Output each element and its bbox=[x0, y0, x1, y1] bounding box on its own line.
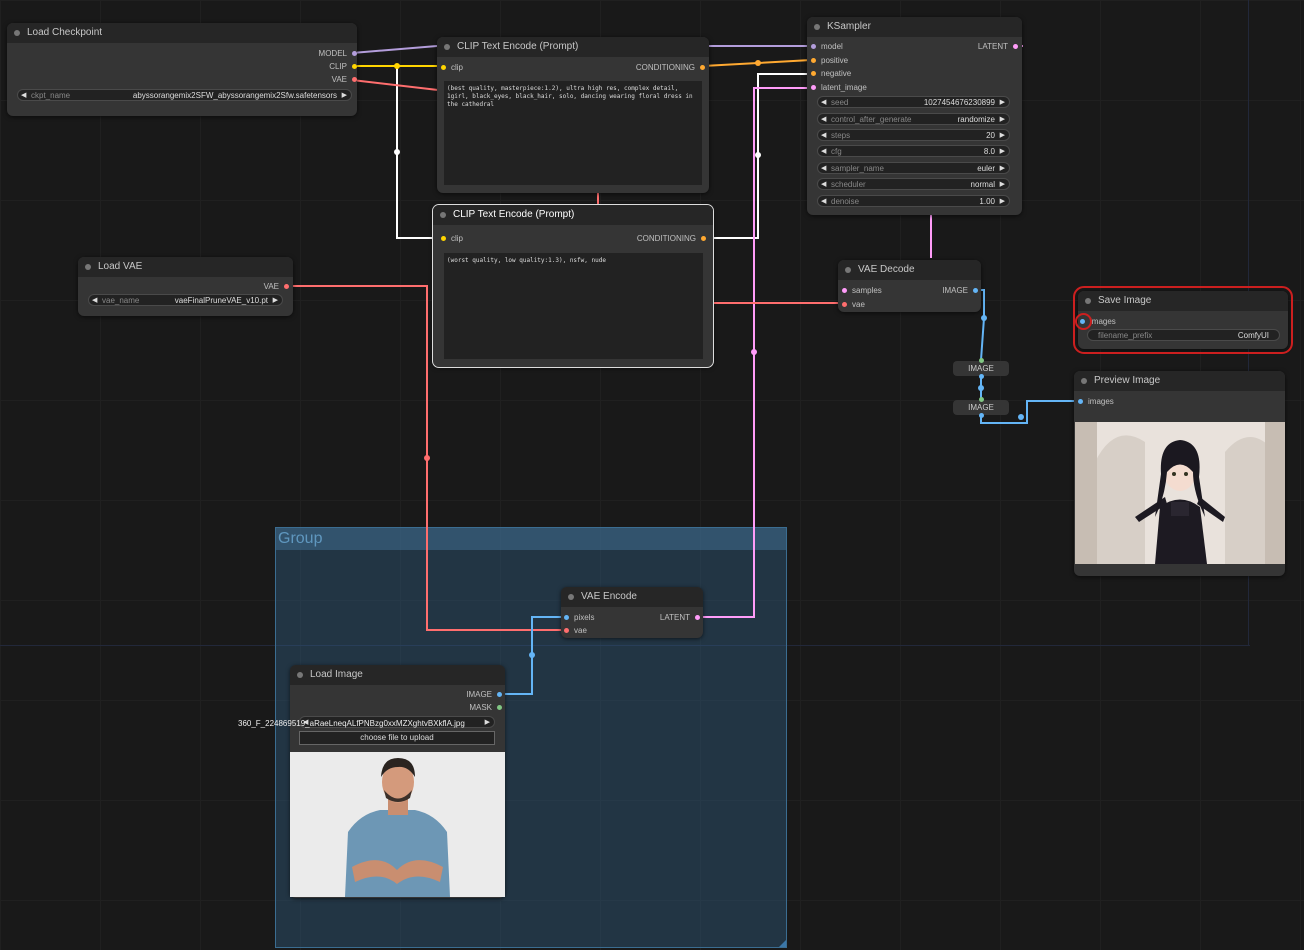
output-conditioning[interactable]: CONDITIONING bbox=[636, 61, 705, 74]
scheduler-widget[interactable]: ◀ scheduler normal ▶ bbox=[817, 178, 1010, 190]
node-vae-encode[interactable]: VAE Encode pixels vae LATENT bbox=[561, 587, 703, 638]
node-preview-image[interactable]: Preview Image images bbox=[1074, 371, 1285, 576]
input-negative[interactable]: negative bbox=[811, 67, 851, 80]
ckpt-name-combo[interactable]: ◀ ckpt_name abyssorangemix2SFW_abyssoran… bbox=[17, 89, 352, 101]
node-load-vae[interactable]: Load VAE VAE ◀ vae_name vaeFinalPruneVAE_v… bbox=[78, 257, 293, 316]
arrow-left-icon[interactable]: ◀ bbox=[821, 196, 826, 206]
output-vae[interactable]: VAE bbox=[264, 280, 289, 293]
output-model[interactable]: MODEL bbox=[319, 47, 357, 60]
output-latent[interactable]: LATENT bbox=[978, 40, 1018, 53]
node-vae-decode[interactable]: VAE Decode samples vae IMAGE bbox=[838, 260, 981, 312]
node-clip-text-encode-positive[interactable]: CLIP Text Encode (Prompt) clip CONDITION… bbox=[437, 37, 709, 193]
reroute-node[interactable]: IMAGE bbox=[953, 358, 1009, 379]
arrow-right-icon[interactable]: ▶ bbox=[485, 717, 490, 727]
collapse-dot-icon[interactable] bbox=[845, 267, 851, 273]
input-positive[interactable]: positive bbox=[811, 54, 848, 67]
node-title[interactable]: Preview Image bbox=[1074, 371, 1285, 391]
output-mask[interactable]: MASK bbox=[469, 701, 502, 714]
collapse-dot-icon[interactable] bbox=[85, 264, 91, 270]
node-title[interactable]: VAE Decode bbox=[838, 260, 981, 280]
collapse-dot-icon[interactable] bbox=[1081, 378, 1087, 384]
node-load-image[interactable]: Load Image IMAGE MASK ◀ ▶ choose file to … bbox=[290, 665, 505, 898]
input-model[interactable]: model bbox=[811, 40, 843, 53]
collapse-dot-icon[interactable] bbox=[297, 672, 303, 678]
output-conditioning[interactable]: CONDITIONING bbox=[637, 232, 706, 245]
seed-widget[interactable]: ◀ seed 1027454676230899 ▶ bbox=[817, 96, 1010, 108]
arrow-right-icon[interactable]: ▶ bbox=[1000, 179, 1005, 189]
output-clip[interactable]: CLIP bbox=[329, 60, 357, 73]
node-title[interactable]: VAE Encode bbox=[561, 587, 703, 607]
input-images[interactable]: images bbox=[1078, 395, 1114, 408]
input-clip[interactable]: clip bbox=[441, 232, 463, 245]
arrow-left-icon[interactable]: ◀ bbox=[821, 179, 826, 189]
group-title[interactable]: Group bbox=[276, 528, 786, 550]
node-title[interactable]: KSampler bbox=[807, 17, 1022, 37]
node-load-checkpoint[interactable]: Load Checkpoint MODEL CLIP VAE ◀ ckpt_na… bbox=[7, 23, 357, 116]
arrow-left-icon[interactable]: ◀ bbox=[821, 163, 826, 173]
preview-image-output bbox=[1075, 422, 1285, 564]
arrow-right-icon[interactable]: ▶ bbox=[1000, 163, 1005, 173]
collapse-dot-icon[interactable] bbox=[568, 594, 574, 600]
steps-widget[interactable]: ◀ steps 20 ▶ bbox=[817, 129, 1010, 141]
reroute-node[interactable]: IMAGE bbox=[953, 397, 1009, 418]
output-latent[interactable]: LATENT bbox=[660, 611, 700, 624]
arrow-left-icon[interactable]: ◀ bbox=[821, 114, 826, 124]
input-highlight-ring bbox=[1075, 313, 1092, 330]
arrow-right-icon[interactable]: ▶ bbox=[1000, 146, 1005, 156]
arrow-right-icon[interactable]: ▶ bbox=[1000, 130, 1005, 140]
output-image[interactable]: IMAGE bbox=[942, 284, 978, 297]
prompt-textarea[interactable]: (best quality, masterpiece:1.2), ultra h… bbox=[444, 81, 702, 185]
output-vae[interactable]: VAE bbox=[332, 73, 357, 86]
collapse-dot-icon[interactable] bbox=[444, 44, 450, 50]
node-title[interactable]: CLIP Text Encode (Prompt) bbox=[437, 37, 709, 57]
arrow-left-icon[interactable]: ◀ bbox=[821, 130, 826, 140]
node-title[interactable]: Load VAE bbox=[78, 257, 293, 277]
output-image[interactable]: IMAGE bbox=[466, 688, 502, 701]
arrow-right-icon[interactable]: ▶ bbox=[1000, 114, 1005, 124]
link-neg-cond bbox=[703, 73, 811, 239]
input-vae[interactable]: vae bbox=[564, 624, 587, 637]
collapse-dot-icon[interactable] bbox=[440, 212, 446, 218]
prompt-textarea[interactable]: (worst quality, low quality:1.3), nsfw, … bbox=[444, 253, 703, 359]
node-save-image[interactable]: Save Image images filename_prefix ComfyUI bbox=[1073, 286, 1293, 354]
node-title[interactable]: CLIP Text Encode (Prompt) bbox=[433, 205, 713, 225]
input-pixels[interactable]: pixels bbox=[564, 611, 594, 624]
arrow-right-icon[interactable]: ▶ bbox=[1000, 196, 1005, 206]
input-latent-image[interactable]: latent_image bbox=[811, 81, 867, 94]
group-resize-handle[interactable] bbox=[779, 940, 786, 947]
vae-name-combo[interactable]: ◀ vae_name vaeFinalPruneVAE_v10.pt ▶ bbox=[88, 294, 283, 306]
input-vae[interactable]: vae bbox=[842, 298, 865, 311]
arrow-right-icon[interactable]: ▶ bbox=[342, 90, 347, 100]
node-title[interactable]: Load Image bbox=[290, 665, 505, 685]
node-ksampler[interactable]: KSampler model positive negative latent_… bbox=[807, 17, 1022, 215]
sampler-name-widget[interactable]: ◀ sampler_name euler ▶ bbox=[817, 162, 1010, 174]
choose-file-button[interactable]: choose file to upload bbox=[299, 731, 495, 745]
node-title[interactable]: Load Checkpoint bbox=[7, 23, 357, 43]
input-samples[interactable]: samples bbox=[842, 284, 882, 297]
cfg-widget[interactable]: ◀ cfg 8.0 ▶ bbox=[817, 145, 1010, 157]
denoise-widget[interactable]: ◀ denoise 1.00 ▶ bbox=[817, 195, 1010, 207]
loaded-image-preview bbox=[290, 752, 505, 897]
arrow-left-icon[interactable]: ◀ bbox=[821, 146, 826, 156]
arrow-left-icon[interactable]: ◀ bbox=[821, 97, 826, 107]
link-vae-main bbox=[351, 79, 439, 91]
input-clip[interactable]: clip bbox=[441, 61, 463, 74]
arrow-left-icon[interactable]: ◀ bbox=[92, 295, 97, 305]
collapse-dot-icon[interactable] bbox=[1085, 298, 1091, 304]
filename-prefix-widget[interactable]: filename_prefix ComfyUI bbox=[1087, 329, 1280, 341]
node-clip-text-encode-negative[interactable]: CLIP Text Encode (Prompt) clip CONDITION… bbox=[432, 204, 714, 368]
arrow-right-icon[interactable]: ▶ bbox=[273, 295, 278, 305]
arrow-right-icon[interactable]: ▶ bbox=[1000, 97, 1005, 107]
collapse-dot-icon[interactable] bbox=[814, 24, 820, 30]
image-filename: 360_F_224869519_aRaeLneqALfPNBzg0xxMZXgh… bbox=[238, 719, 465, 728]
collapse-dot-icon[interactable] bbox=[14, 30, 20, 36]
arrow-left-icon[interactable]: ◀ bbox=[21, 90, 26, 100]
link-pos-cond bbox=[702, 59, 812, 67]
control-after-generate-widget[interactable]: ◀ control_after_generate randomize ▶ bbox=[817, 113, 1010, 125]
node-title[interactable]: Save Image bbox=[1078, 291, 1288, 311]
